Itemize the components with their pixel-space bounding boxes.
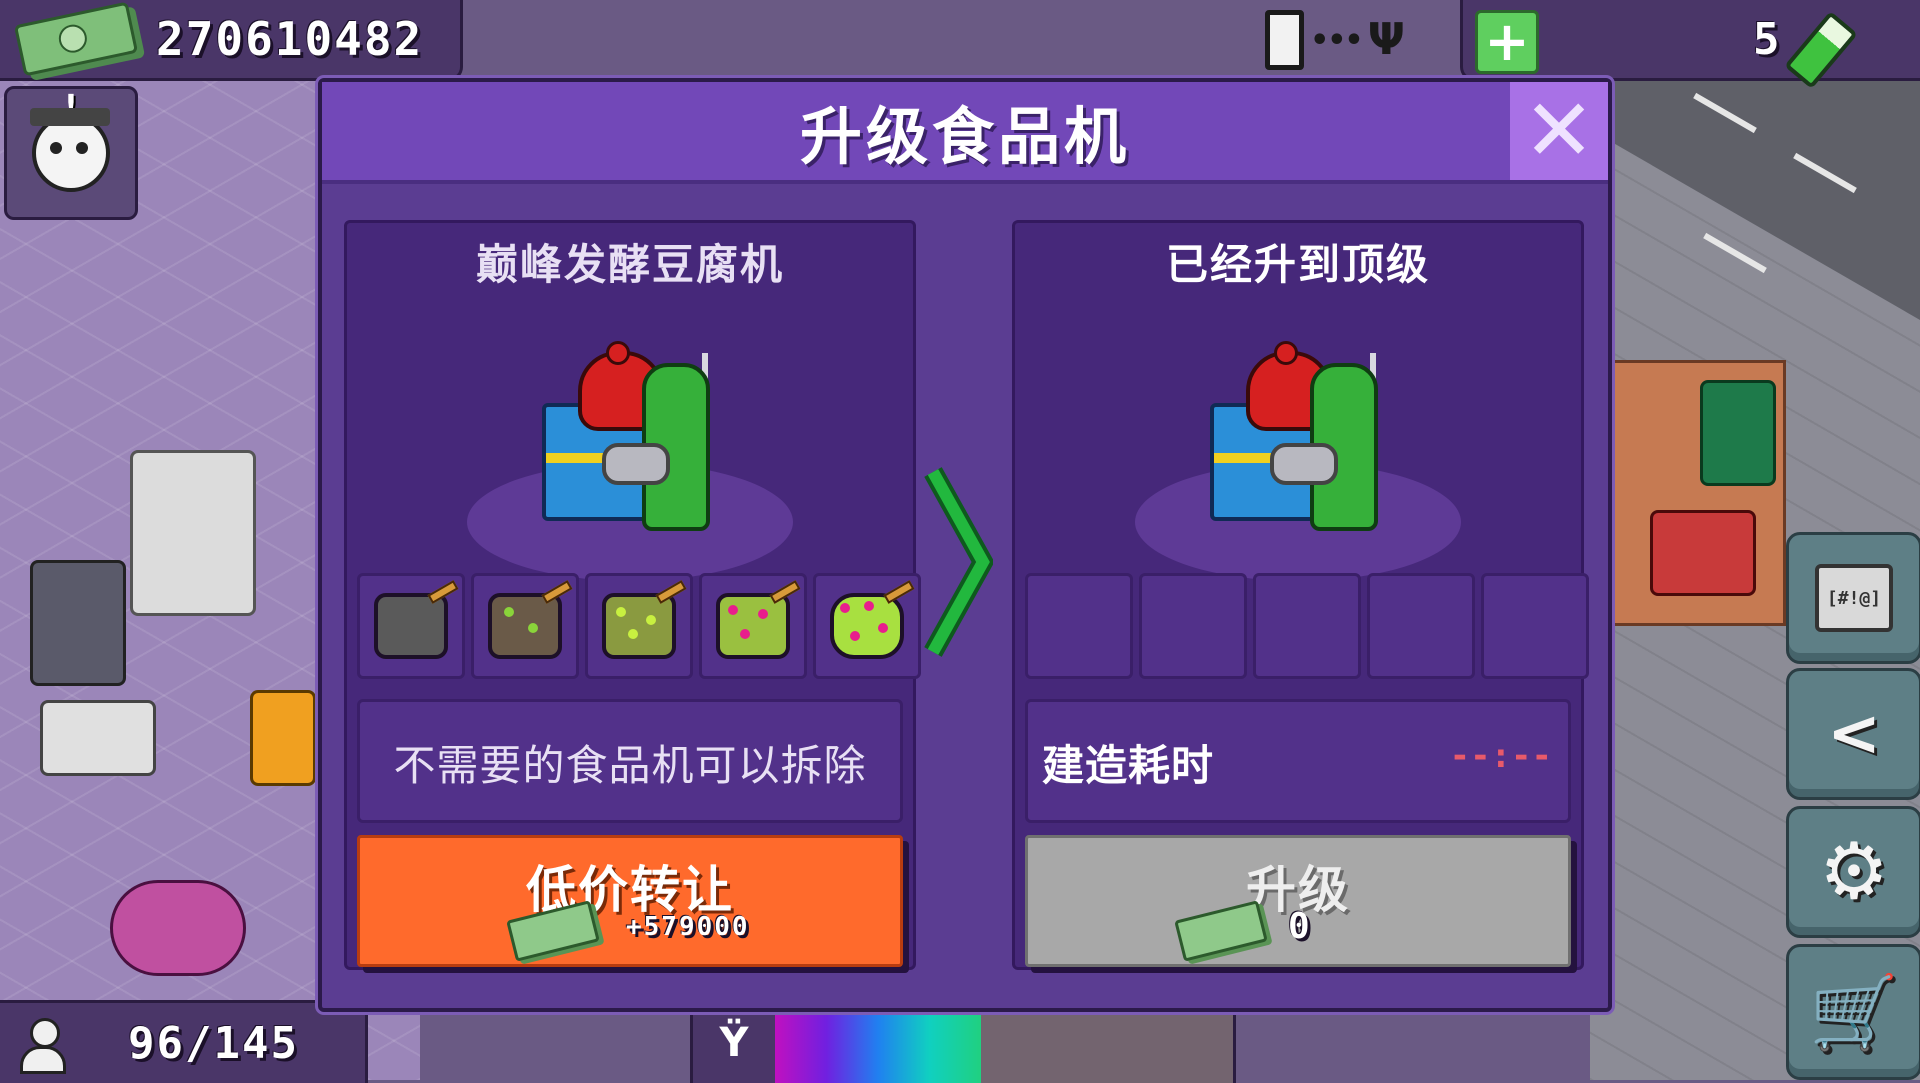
upgrade-cost: 0 [1288,906,1312,947]
build-time-box: 建造耗时 --:-- [1025,699,1571,823]
counter-decor [40,700,156,776]
upgrade-button[interactable]: 升级 0 [1025,835,1571,967]
dialog-titlebar: 升级食品机 ✕ [322,82,1608,184]
shop-cart-icon: 🛒 [1809,970,1899,1054]
ingredient-slot[interactable] [585,573,693,679]
vending-machine-decor [30,560,126,686]
upgrade-food-machine-dialog: 升级食品机 ✕ 巅峰发酵豆腐机 不需要的食品机可以拆除 低价转让 +579000… [318,78,1612,1012]
demolish-hint-text: 不需要的食品机可以拆除 [393,741,867,790]
red-machine-decor [1650,510,1756,596]
empty-slot [1481,573,1589,679]
signal-status: ••• Ψ [1265,10,1405,70]
ingredient-slot[interactable] [471,573,579,679]
tofu-flowering-icon [830,593,904,659]
crowd-decor [110,880,246,976]
share-icon: < [1827,697,1881,771]
tofu-blooming-icon [716,593,790,659]
gift-button[interactable]: [#!@] [1786,532,1920,664]
tofu-sprout-icon [488,593,562,659]
money-counter: 270610482 [0,0,463,81]
tofu-mossy-icon [602,593,676,659]
reactor-machine-decor [130,450,256,616]
connecting-dots-icon: ••• [1310,22,1364,58]
share-button[interactable]: < [1786,668,1920,800]
burger-sign-decor [250,690,316,786]
settings-gear-icon: ⚙ [1819,827,1889,917]
tofu-plain-icon [374,593,448,659]
energy-counter: + 5 [1460,0,1920,90]
mood-bar[interactable]: Ÿ [690,1000,1236,1083]
shop-button[interactable]: 🛒 [1786,944,1920,1080]
population-counter[interactable]: 96/145 [0,1000,368,1083]
mood-level-fill [775,1003,981,1083]
energy-value: 5 [1753,14,1782,65]
person-icon [20,1018,66,1074]
ingredient-slot[interactable] [813,573,921,679]
empty-slot [1253,573,1361,679]
gift-icon: [#!@] [1815,564,1893,632]
ingredient-slot[interactable] [699,573,807,679]
build-time-label: 建造耗时 [1042,741,1215,790]
mood-empty-area [981,1003,1233,1083]
build-time-value: --:-- [1449,736,1552,776]
ingredient-slots [357,573,921,679]
sell-cheap-button[interactable]: 低价转让 +579000 [357,835,903,967]
avatar-face-icon [30,108,110,192]
add-energy-button[interactable]: + [1475,10,1539,74]
tofu-machine-icon [542,333,732,543]
current-machine-name: 巅峰发酵豆腐机 [475,240,784,289]
demolish-hint-box: 不需要的食品机可以拆除 [357,699,903,823]
tofu-machine-icon [1210,333,1400,543]
current-machine-panel: 巅峰发酵豆腐机 不需要的食品机可以拆除 低价转让 +579000 [344,220,921,970]
gift-tag-text: [#!@] [1826,587,1882,609]
ingredient-slot[interactable] [357,573,465,679]
battery-icon [1784,10,1858,90]
empty-slot [1025,573,1133,679]
phone-icon [1265,10,1305,70]
upgrade-arrow-icon [924,467,993,657]
sell-amount: +579000 [626,912,750,942]
player-avatar-button[interactable]: ! [4,86,138,220]
close-icon: ✕ [1522,81,1596,181]
empty-slot [1139,573,1247,679]
settings-button[interactable]: ⚙ [1786,806,1920,938]
cash-stack-icon [13,1,139,77]
money-value: 270610482 [156,12,424,66]
cheering-person-icon: Ÿ [693,1003,775,1083]
green-locker-decor [1700,380,1776,486]
dialog-title: 升级食品机 [799,100,1130,173]
empty-ingredient-slots [1025,573,1589,679]
empty-slot [1367,573,1475,679]
close-button[interactable]: ✕ [1510,82,1608,180]
population-value: 96/145 [128,1017,299,1069]
antenna-icon: Ψ [1367,14,1405,65]
next-level-panel: 已经升到顶级 建造耗时 --:-- 升级 0 [1012,220,1589,970]
max-level-heading: 已经升到顶级 [1165,240,1430,289]
